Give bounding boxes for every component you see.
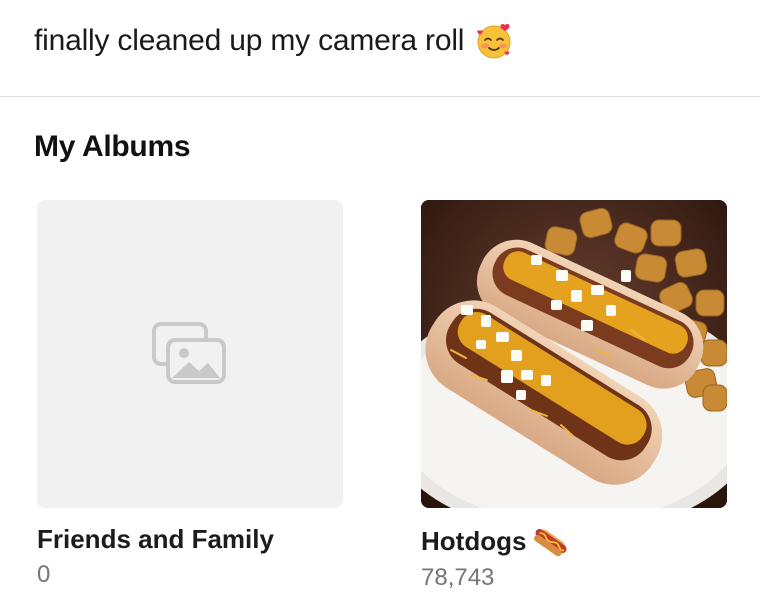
page: finally cleaned up my camera roll My Alb… [0, 0, 760, 605]
smiling-face-with-hearts-icon [477, 23, 511, 59]
album-card-hotdogs[interactable]: Hotdogs 78,743 [421, 200, 727, 592]
album-name-text: Hotdogs [421, 525, 527, 556]
post-caption: finally cleaned up my camera roll [34, 18, 514, 64]
album-card-friends-and-family[interactable]: Friends and Family 0 [37, 200, 343, 589]
section-title: My Albums [34, 130, 191, 163]
hotdogs-photo [421, 200, 727, 508]
album-thumbnail-photo[interactable] [421, 200, 727, 508]
caption-text: finally cleaned up my camera roll [34, 24, 465, 57]
album-count: 78,743 [421, 564, 495, 591]
album-count: 0 [37, 561, 51, 588]
album-thumbnail-placeholder[interactable] [37, 200, 343, 508]
divider [0, 96, 760, 97]
album-name: Friends and Family [37, 524, 343, 555]
album-name-text: Friends and Family [37, 524, 274, 554]
photo-gallery-icon [152, 322, 226, 384]
album-name: Hotdogs [421, 524, 727, 558]
hotdog-icon [534, 528, 567, 557]
